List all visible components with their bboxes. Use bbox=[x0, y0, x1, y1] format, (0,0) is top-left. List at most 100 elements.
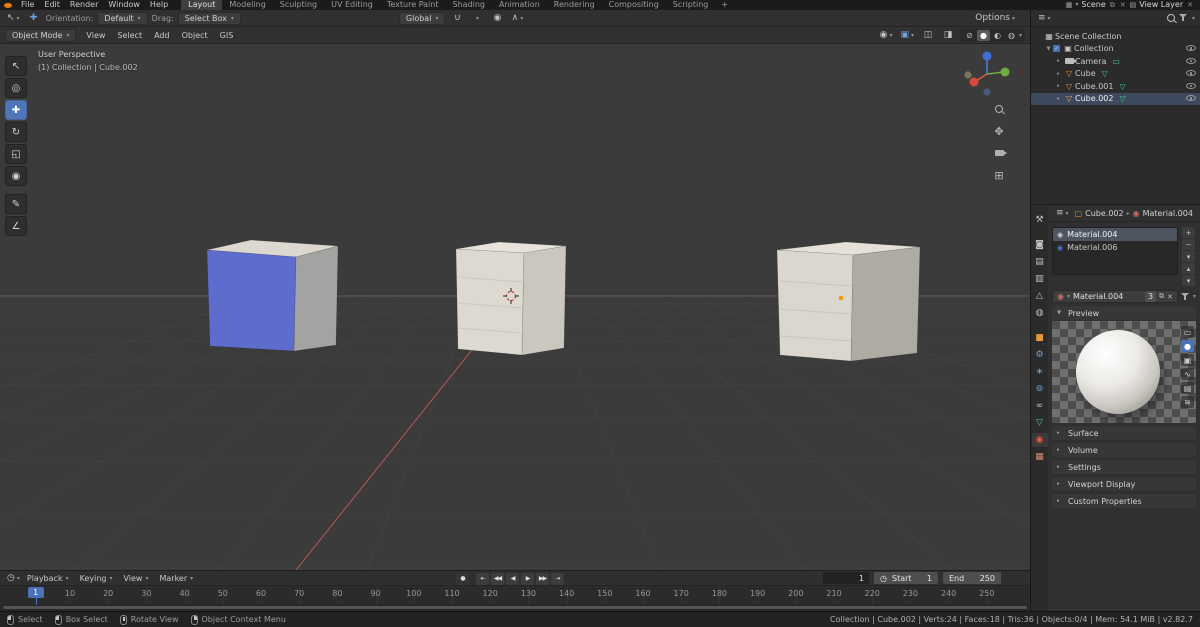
panel-custom-properties[interactable]: ▸ Custom Properties bbox=[1052, 494, 1196, 508]
viewport-toggle-perspective-button[interactable]: ⊞ bbox=[992, 168, 1006, 182]
gizmo-neg-y-ball[interactable] bbox=[964, 71, 972, 79]
properties-tab-constraints[interactable]: ∞ bbox=[1032, 399, 1048, 413]
material-datablock-selector[interactable]: ◉ ▾ Material.004 3 ⧉ ✕ bbox=[1052, 290, 1178, 303]
datablock-filter-icon[interactable] bbox=[1180, 292, 1190, 301]
workspace-tab-uv-editing[interactable]: UV Editing bbox=[324, 0, 380, 10]
show-gizmos-dropdown[interactable]: ◉ ▾ bbox=[878, 29, 895, 42]
properties-tab-physics[interactable]: ⊚ bbox=[1032, 382, 1048, 396]
end-frame-field[interactable]: End 250 bbox=[943, 572, 1001, 584]
gizmo-x-ball[interactable] bbox=[969, 77, 979, 87]
gizmo-neg-z-ball[interactable] bbox=[983, 88, 991, 96]
visibility-toggle[interactable] bbox=[1186, 94, 1196, 103]
add-workspace-button[interactable]: + bbox=[715, 0, 734, 10]
timeline-menu-playback[interactable]: Playback ▾ bbox=[22, 574, 74, 583]
snap-settings-dropdown[interactable]: ▾ bbox=[469, 12, 485, 25]
remove-view-layer-button[interactable]: ✕ bbox=[1186, 0, 1194, 10]
outliner-row-cube-002[interactable]: ▸ ▽ Cube.002 ▽ bbox=[1031, 92, 1200, 105]
view-layer-name[interactable]: View Layer bbox=[1139, 0, 1183, 10]
viewport-menu-add[interactable]: Add bbox=[148, 31, 176, 40]
menu-edit[interactable]: Edit bbox=[39, 0, 65, 10]
shading-material-button[interactable]: ◐ bbox=[991, 30, 1004, 41]
preview-mode-hair[interactable]: ∿ bbox=[1181, 368, 1194, 380]
menu-render[interactable]: Render bbox=[65, 0, 103, 10]
start-frame-field[interactable]: ◷ Start 1 bbox=[874, 572, 938, 584]
playhead[interactable]: 1 bbox=[27, 587, 44, 598]
workspace-tab-modeling[interactable]: Modeling bbox=[222, 0, 272, 10]
properties-tab-texture[interactable]: ▦ bbox=[1032, 450, 1048, 464]
filter-funnel-icon[interactable] bbox=[1178, 14, 1188, 22]
blender-menu-button[interactable] bbox=[0, 2, 16, 8]
material-slot-material-006[interactable]: ◉ Material.006 bbox=[1053, 241, 1177, 254]
workspace-tab-texture-paint[interactable]: Texture Paint bbox=[380, 0, 446, 10]
tool-scale-button[interactable]: ◱ bbox=[5, 144, 27, 164]
properties-tab-object[interactable]: ■ bbox=[1032, 331, 1048, 345]
workspace-tab-shading[interactable]: Shading bbox=[445, 0, 492, 10]
tool-annotate-button[interactable]: ✎ bbox=[5, 194, 27, 214]
properties-tab-world[interactable]: ◍ bbox=[1032, 306, 1048, 320]
properties-tab-material[interactable]: ◉ bbox=[1031, 433, 1048, 447]
preview-mode-flat[interactable]: ▭ bbox=[1181, 326, 1194, 338]
panel-volume[interactable]: ▸ Volume bbox=[1052, 443, 1196, 457]
properties-tab-modifiers[interactable]: ⚙ bbox=[1032, 348, 1048, 362]
users-count-button[interactable]: 3 bbox=[1145, 291, 1157, 302]
remove-material-slot-button[interactable]: − bbox=[1182, 239, 1195, 250]
toggle-overlay[interactable]: ◨ bbox=[940, 29, 956, 42]
visibility-toggle[interactable] bbox=[1186, 44, 1196, 53]
preview-mode-sphere[interactable]: ● bbox=[1181, 340, 1194, 352]
play-reverse-button[interactable]: ◀ bbox=[506, 572, 519, 585]
cube-left-front-face[interactable] bbox=[206, 249, 297, 352]
properties-tab-particles[interactable]: ∗ bbox=[1032, 365, 1048, 379]
scene-browse-caret[interactable]: ▾ bbox=[1075, 0, 1078, 10]
cube-right-front-face[interactable] bbox=[776, 249, 854, 362]
jump-to-end-button[interactable]: ⇥ bbox=[551, 572, 564, 585]
scene-name[interactable]: Scene bbox=[1081, 0, 1105, 10]
3d-viewport[interactable]: User Perspective (1) Collection | Cube.0… bbox=[0, 44, 1030, 570]
copy-material-button[interactable]: ⧉ bbox=[1159, 292, 1164, 301]
unlink-scene-button[interactable]: ✕ bbox=[1119, 0, 1127, 10]
breadcrumb-object[interactable]: Cube.002 bbox=[1085, 209, 1123, 218]
viewport-pan-button[interactable]: ✥ bbox=[992, 124, 1006, 138]
move-slot-down-button[interactable]: ▾ bbox=[1182, 275, 1195, 286]
outliner-row-cube-001[interactable]: ▸ ▽ Cube.001 ▽ bbox=[1031, 80, 1200, 93]
timeline-ruler[interactable]: 10 20 30 40 50 60 70 80 90 100 110 120 130 140 150 160 1… bbox=[0, 585, 1030, 611]
timeline-menu-keying[interactable]: Keying ▾ bbox=[75, 574, 118, 583]
visibility-toggle[interactable] bbox=[1186, 57, 1196, 66]
toggle-xray[interactable]: ◫ bbox=[920, 29, 936, 42]
proportional-falloff-dropdown[interactable]: ∧ ▾ bbox=[509, 12, 525, 25]
workspace-tab-rendering[interactable]: Rendering bbox=[547, 0, 602, 10]
preview-panel-header[interactable]: ▼ Preview bbox=[1052, 306, 1196, 320]
viewport-menu-view[interactable]: View bbox=[80, 31, 111, 40]
tool-move-button[interactable]: ✚ bbox=[5, 100, 27, 120]
tool-rotate-button[interactable]: ↻ bbox=[5, 122, 27, 142]
disclosure-expanded-icon[interactable]: ▼ bbox=[1044, 46, 1053, 52]
workspace-tab-scripting[interactable]: Scripting bbox=[666, 0, 716, 10]
cube-right-side-face[interactable] bbox=[850, 246, 921, 362]
outliner-editor-dropdown[interactable]: ≡ ▾ bbox=[1036, 12, 1053, 25]
active-tool-dropdown[interactable]: ↖ ▾ bbox=[5, 12, 22, 25]
outliner-row-camera[interactable]: ▸ Camera ▭ bbox=[1031, 55, 1200, 68]
filter-caret[interactable]: ▾ bbox=[1192, 15, 1195, 22]
disclosure-collapsed-icon[interactable]: ▸ bbox=[1054, 71, 1063, 77]
next-keyframe-button[interactable]: ▶▶ bbox=[536, 572, 549, 585]
cube-center-side-face[interactable] bbox=[521, 245, 567, 356]
viewport-zoom-button[interactable] bbox=[992, 102, 1006, 116]
jump-to-start-button[interactable]: ⇤ bbox=[476, 572, 489, 585]
workspace-tab-sculpting[interactable]: Sculpting bbox=[273, 0, 324, 10]
panel-settings[interactable]: ▸ Settings bbox=[1052, 460, 1196, 474]
tool-measure-button[interactable]: ∠ bbox=[5, 216, 27, 236]
workspace-tab-compositing[interactable]: Compositing bbox=[602, 0, 666, 10]
timeline-menu-marker[interactable]: Marker ▾ bbox=[154, 574, 198, 583]
properties-tab-view-layer[interactable]: ▥ bbox=[1032, 272, 1048, 286]
tool-transform-button[interactable]: ◉ bbox=[5, 166, 27, 186]
viewport-menu-select[interactable]: Select bbox=[111, 31, 148, 40]
cube-left-side-face[interactable] bbox=[293, 245, 339, 352]
shading-wireframe-button[interactable]: ⊘ bbox=[963, 30, 976, 41]
menu-file[interactable]: File bbox=[16, 0, 39, 10]
move-slot-up-button[interactable]: ▴ bbox=[1182, 263, 1195, 274]
tool-select-box-button[interactable]: ↖ bbox=[5, 56, 27, 76]
shading-solid-button[interactable]: ● bbox=[976, 29, 990, 41]
viewport-camera-view-button[interactable] bbox=[992, 146, 1007, 160]
breadcrumb-material[interactable]: Material.004 bbox=[1143, 209, 1193, 218]
show-overlays-dropdown[interactable]: ▣ ▾ bbox=[898, 29, 916, 42]
outliner-row-cube[interactable]: ▸ ▽ Cube ▽ bbox=[1031, 68, 1200, 81]
